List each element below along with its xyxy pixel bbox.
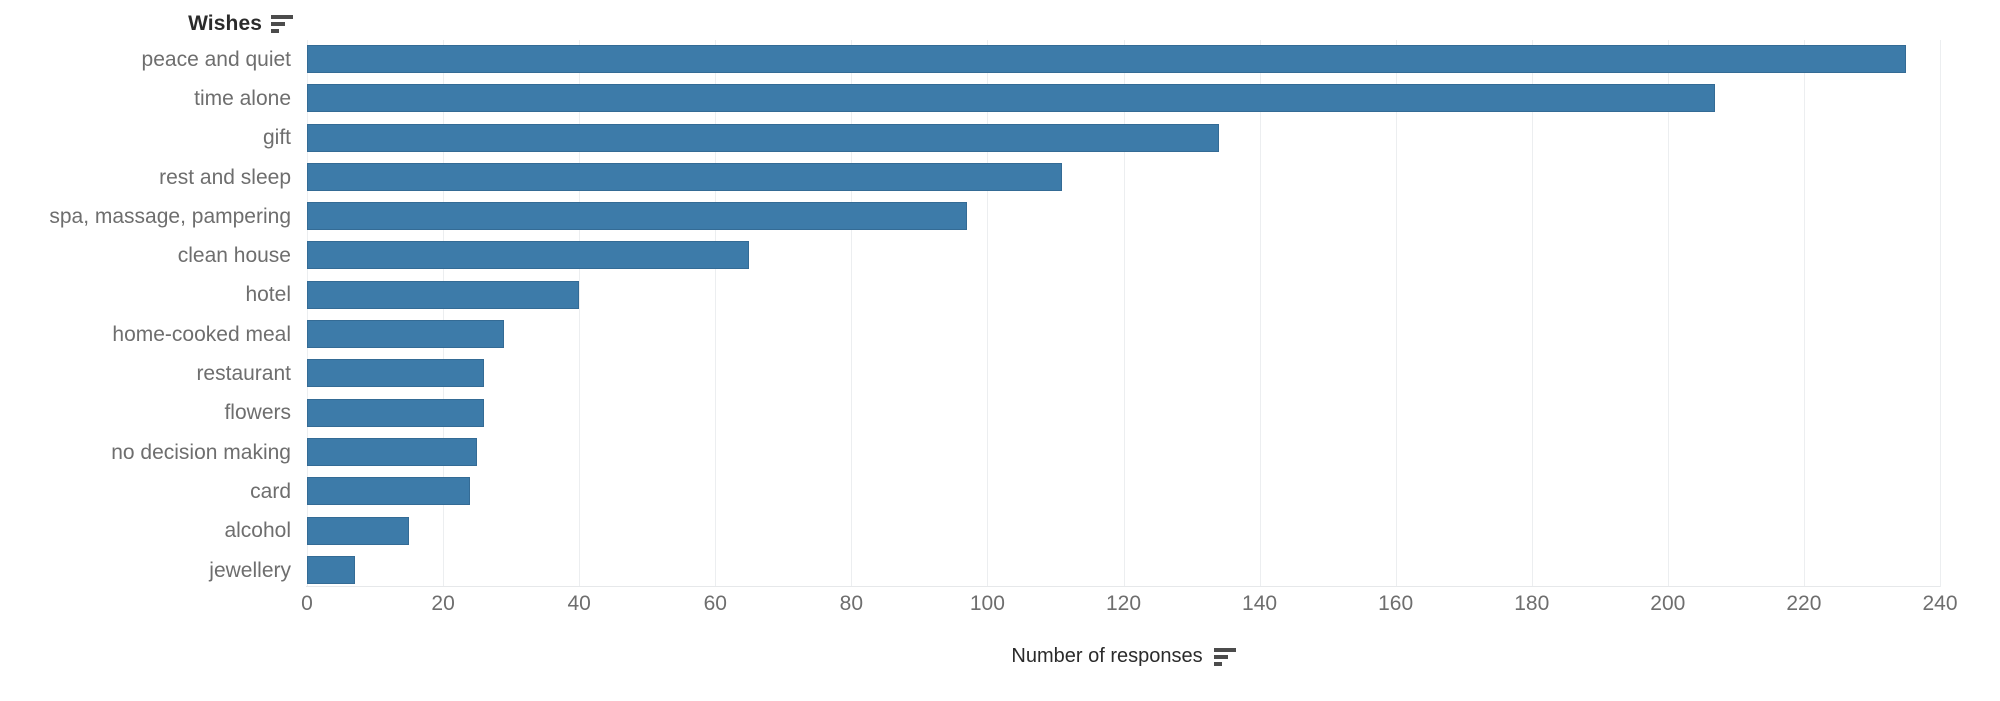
bar-series: [307, 40, 1940, 586]
value-axis-tick-label: 200: [1650, 592, 1686, 615]
bar-row: [307, 354, 1940, 393]
bar-row: [307, 197, 1940, 236]
gridline: [1940, 40, 1941, 587]
value-axis-tick-label: 40: [567, 592, 591, 615]
value-axis-tick-label: 240: [1922, 592, 1958, 615]
bar-chart: Wishes peace and quiet time alone gift rest…: [0, 0, 2000, 701]
bar[interactable]: [307, 477, 471, 506]
bar[interactable]: [307, 398, 484, 427]
bar-row: [307, 512, 1940, 551]
category-axis-label: home-cooked meal: [112, 322, 291, 346]
bar[interactable]: [307, 516, 410, 545]
category-axis-label: card: [250, 479, 291, 503]
category-axis-label: flowers: [224, 401, 291, 425]
category-axis-label: no decision making: [111, 440, 291, 464]
category-axis-label: gift: [262, 126, 291, 150]
value-axis-tick-label: 80: [839, 592, 864, 615]
bar[interactable]: [307, 280, 580, 309]
bar[interactable]: [307, 123, 1219, 152]
bar-row: [307, 119, 1940, 158]
value-axis-tick-label: 100: [969, 592, 1005, 615]
value-axis-tick-label: 60: [703, 592, 727, 615]
category-axis-label: time alone: [194, 86, 291, 110]
category-axis-label: clean house: [177, 244, 291, 268]
bar[interactable]: [307, 45, 1906, 73]
category-axis-title: Wishes: [188, 12, 262, 35]
category-axis-label: jewellery: [209, 558, 291, 582]
category-axis-label: peace and quiet: [141, 47, 291, 71]
value-axis-tick-label: 120: [1105, 592, 1142, 615]
value-axis-tick-label: 140: [1242, 592, 1278, 615]
category-axis-labels: peace and quiet time alone gift rest and sl…: [0, 40, 300, 590]
category-axis-label: restaurant: [196, 362, 291, 386]
value-axis-title: Number of responses: [1011, 645, 1203, 667]
value-axis-tick-label: 20: [431, 592, 455, 615]
value-axis-tick-label: 160: [1378, 592, 1414, 615]
value-axis-tick-label: 0: [301, 592, 313, 615]
bar-row: [307, 40, 1940, 79]
bar-row: [307, 276, 1940, 315]
value-axis-tick-label: 220: [1786, 592, 1822, 615]
axis-baseline: [306, 586, 1940, 587]
category-axis-header: Wishes: [0, 10, 300, 38]
bar-row: [307, 158, 1940, 197]
bar-row: [307, 394, 1940, 433]
category-axis-label: alcohol: [224, 519, 291, 543]
value-axis-ticks: 0 20 40 60 80 100 120 140 160 180 200 220 240: [301, 592, 1957, 622]
category-axis-label: spa, massage, pampering: [49, 204, 291, 228]
value-axis-header: Number of responses: [307, 645, 1940, 668]
bar[interactable]: [307, 320, 505, 349]
bar[interactable]: [307, 437, 478, 466]
bar-row: [307, 551, 1940, 590]
bar[interactable]: [307, 202, 967, 231]
bar-row: [307, 433, 1940, 472]
bar-row: [307, 315, 1940, 354]
bar[interactable]: [307, 162, 1063, 191]
sort-descending-icon[interactable]: [1213, 647, 1236, 666]
category-axis-label: rest and sleep: [159, 165, 291, 189]
bar[interactable]: [307, 555, 355, 584]
category-axis-label: hotel: [245, 283, 291, 307]
bar-row: [307, 472, 1940, 511]
plot-area: [306, 40, 1941, 587]
bar-row: [307, 79, 1940, 118]
bar[interactable]: [307, 241, 750, 270]
bar[interactable]: [307, 84, 1716, 113]
value-axis-tick-label: 180: [1514, 592, 1550, 615]
bar-row: [307, 236, 1940, 275]
bar[interactable]: [307, 359, 484, 388]
sort-descending-icon[interactable]: [271, 15, 293, 33]
